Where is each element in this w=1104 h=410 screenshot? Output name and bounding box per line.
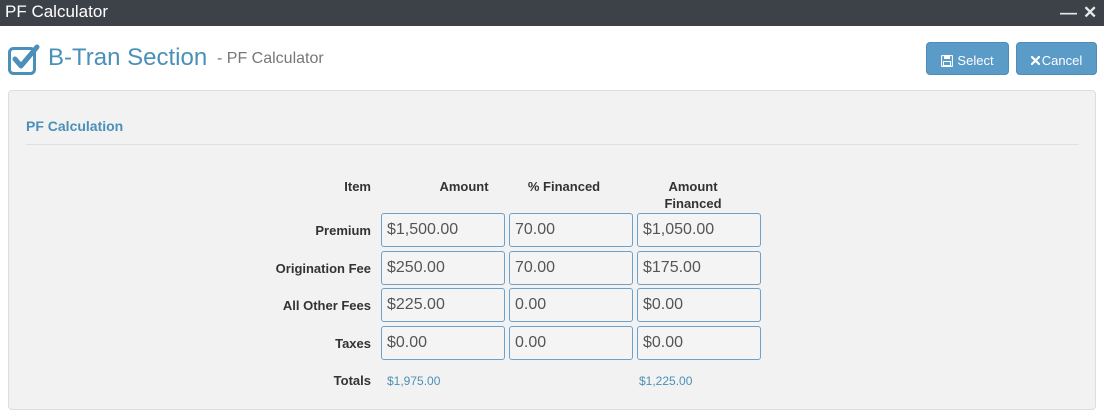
cancel-button-label: Cancel (1041, 53, 1083, 69)
column-header-amount-financed-line2: Financed (664, 196, 722, 211)
origination-fee-amount-field[interactable] (381, 251, 505, 285)
column-header-pct-financed: % Financed (527, 179, 601, 194)
row-label-premium: Premium (315, 223, 371, 238)
select-button-label: Select (957, 53, 994, 69)
column-header-amount: Amount (439, 179, 489, 194)
row-label-taxes: Taxes (335, 336, 371, 351)
premium-amount-field[interactable] (381, 213, 505, 247)
pf-calculation-panel: PF Calculation Item Amount % Financed Am… (8, 90, 1096, 410)
panel-divider (26, 144, 1079, 145)
page-subtitle: - PF Calculator (217, 50, 324, 67)
row-label-origination-fee: Origination Fee (275, 261, 371, 276)
origination-fee-financed-field[interactable] (637, 251, 761, 285)
taxes-financed-field[interactable] (637, 326, 761, 360)
premium-pct-field[interactable] (509, 213, 633, 247)
totals-amount: $1,975.00 (387, 374, 441, 388)
row-label-all-other-fees: All Other Fees (282, 298, 371, 313)
x-icon (1030, 56, 1040, 66)
taxes-amount-field[interactable] (381, 326, 505, 360)
select-button[interactable]: Select (926, 42, 1009, 75)
page-header: B-Tran Section - PF Calculator Select Ca… (0, 26, 1104, 90)
premium-financed-field[interactable] (637, 213, 761, 247)
totals-financed: $1,225.00 (639, 374, 693, 388)
cancel-button[interactable]: Cancel (1016, 42, 1097, 75)
window-titlebar: PF Calculator — ✕ (0, 0, 1104, 26)
other-fees-pct-field[interactable] (509, 288, 633, 322)
minimize-icon[interactable]: — (1060, 3, 1077, 23)
column-header-amount-financed-line1: Amount (668, 179, 718, 194)
page-title: B-Tran Section (48, 44, 208, 71)
panel-title: PF Calculation (26, 118, 124, 134)
other-fees-financed-field[interactable] (637, 288, 761, 322)
floppy-disk-icon (941, 54, 954, 67)
origination-fee-pct-field[interactable] (509, 251, 633, 285)
close-icon[interactable]: ✕ (1083, 3, 1097, 23)
other-fees-amount-field[interactable] (381, 288, 505, 322)
totals-label: Totals (333, 373, 371, 388)
column-header-item: Item (344, 179, 371, 194)
taxes-pct-field[interactable] (509, 326, 633, 360)
window-title: PF Calculator (5, 2, 108, 21)
checkbox-checked-icon (8, 44, 40, 75)
